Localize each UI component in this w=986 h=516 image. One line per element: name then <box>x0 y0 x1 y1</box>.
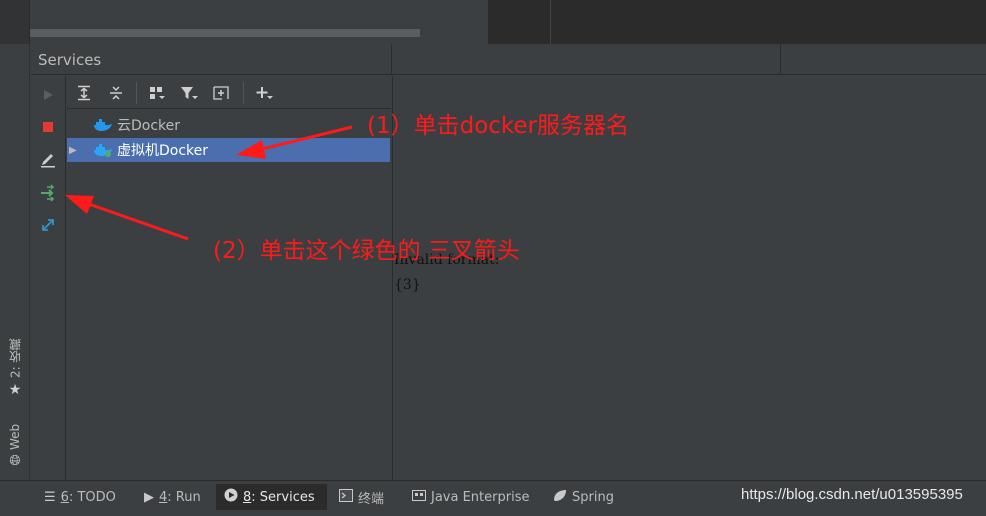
terminal-icon <box>339 488 353 506</box>
tab-java-enterprise[interactable]: Java Enterprise <box>404 484 537 510</box>
annotation-arrow-step1 <box>236 125 353 159</box>
java-enterprise-icon <box>412 489 426 506</box>
tab-label: : Run <box>167 489 201 505</box>
list-icon: ☰ <box>44 489 56 505</box>
services-icon <box>224 488 238 506</box>
tab-label: Java Enterprise <box>431 489 530 505</box>
tab-shortcut: 6 <box>60 489 69 505</box>
watermark-url: https://blog.csdn.net/u013595395 <box>741 486 963 503</box>
tab-services[interactable]: 8: Services <box>216 484 327 510</box>
tab-label: Spring <box>572 489 614 505</box>
run-icon: ▶ <box>144 489 154 505</box>
tab-spring[interactable]: Spring <box>544 484 622 510</box>
annotation-step1: (1）单击docker服务器名 <box>367 113 630 139</box>
tab-run[interactable]: ▶ 4: Run <box>136 484 209 510</box>
tab-terminal[interactable]: 终端 <box>331 484 392 510</box>
tab-label: 终端 <box>358 491 385 507</box>
tab-label: : Services <box>251 489 315 505</box>
spring-icon <box>552 489 567 506</box>
tab-todo[interactable]: ☰ 6: TODO <box>36 484 124 510</box>
annotation-arrow-step2 <box>65 195 189 241</box>
annotation-step2: (2）单击这个绿色的 三叉箭头 <box>213 238 520 264</box>
tab-label: : TODO <box>68 489 116 505</box>
